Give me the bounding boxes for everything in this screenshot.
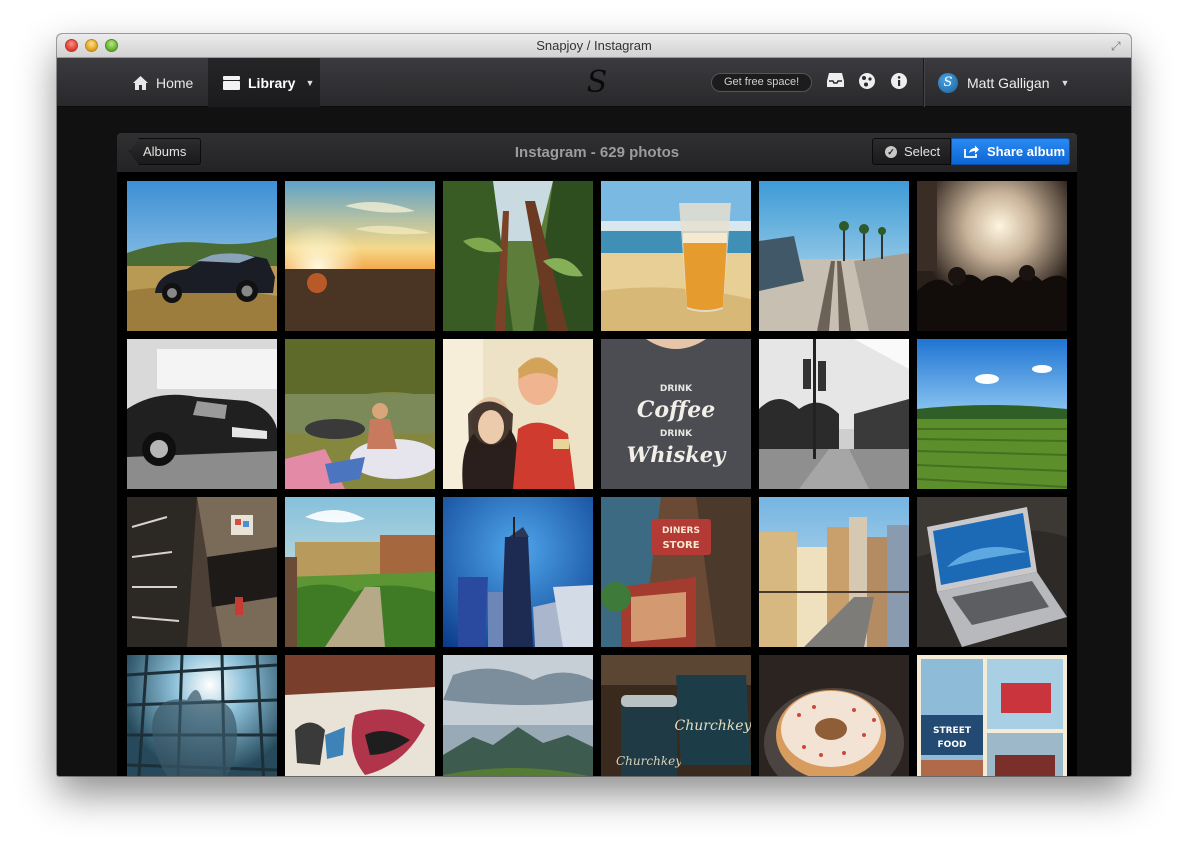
photo-street-lamps[interactable] [759,339,909,489]
photo-mountain-landscape[interactable] [443,655,593,776]
svg-text:DRINK: DRINK [660,429,693,439]
photo-tower-construction[interactable] [443,497,593,647]
share-album-label: Share album [987,144,1066,159]
photo-railway-pier[interactable] [759,181,909,331]
svg-text:STREET: STREET [933,726,972,736]
nav-home-label: Home [156,74,194,91]
title-bar: Snapjoy / Instagram ⤢ [57,34,1131,58]
photo-grid: DRINK Coffee DRINK Whiskey DINERS STORE … [127,181,1067,776]
nav-home[interactable]: Home [120,58,208,107]
photo-green-crop-field[interactable] [917,339,1067,489]
photo-car-in-field[interactable] [127,181,277,331]
inbox-icon[interactable] [826,73,844,91]
nav-library[interactable]: Library ▼ [208,58,320,107]
user-name: Matt Galligan [967,74,1050,91]
album-header: Albums Instagram - 629 photos ✓ Select S… [117,133,1077,173]
avatar: S [938,72,958,93]
svg-text:Churchkey: Churchkey [675,718,751,734]
svg-text:FOOD: FOOD [938,740,967,750]
svg-text:STORE: STORE [662,540,699,551]
photo-graffiti-wall[interactable] [285,655,435,776]
select-label: Select [904,144,941,159]
photo-river-rafting[interactable] [285,339,435,489]
svg-text:Churchkey: Churchkey [616,754,682,768]
select-button[interactable]: ✓ Select [872,138,951,165]
photo-city-skyline[interactable] [759,497,909,647]
nav-divider [923,58,924,107]
checkmark-icon: ✓ [885,145,897,158]
photo-fire-escape-alley[interactable] [127,497,277,647]
photo-apple-logo-glass[interactable] [127,655,277,776]
share-icon [964,145,979,158]
svg-text:DINERS: DINERS [662,526,700,536]
chevron-down-icon: ▼ [1060,77,1070,88]
svg-text:Coffee: Coffee [637,397,715,423]
window-title: Snapjoy / Instagram [536,38,652,53]
nav-library-label: Library [248,74,296,91]
photo-macbook-laptop[interactable] [917,497,1067,647]
svg-text:DRINK: DRINK [660,384,693,394]
user-menu[interactable]: S Matt Galligan ▼ [938,58,1069,107]
app-window: Snapjoy / Instagram ⤢ Home Library ▼ S G… [57,34,1131,776]
chevron-down-icon: ▼ [305,77,315,88]
photo-churchkey-cans[interactable]: Churchkey Churchkey [601,655,751,776]
snapjoy-logo[interactable]: S [583,68,611,98]
photo-sunset-field[interactable] [285,181,435,331]
photo-redwood-trees[interactable] [443,181,593,331]
photo-streetfood-collage[interactable]: STREET FOOD [917,655,1067,776]
svg-text:Whiskey: Whiskey [627,442,728,467]
photo-car-black-white[interactable] [127,339,277,489]
home-icon [133,75,148,90]
share-album-button[interactable]: Share album [951,138,1070,165]
library-icon [223,75,240,90]
album-panel: Albums Instagram - 629 photos ✓ Select S… [117,133,1077,776]
albums-back-button[interactable]: Albums [129,138,201,165]
fullscreen-icon[interactable]: ⤢ [1111,39,1125,53]
photo-concert-crowd[interactable] [917,181,1067,331]
globe-icon[interactable] [858,73,876,91]
photo-high-line-park[interactable] [285,497,435,647]
photo-beer-on-beach[interactable] [601,181,751,331]
info-icon[interactable] [890,73,908,91]
photo-couple-portrait[interactable] [443,339,593,489]
photo-drink-coffee-shirt[interactable]: DRINK Coffee DRINK Whiskey [601,339,751,489]
photo-store-sign-street[interactable]: DINERS STORE [601,497,751,647]
top-nav: Home Library ▼ S Get free space! S Matt … [57,58,1131,107]
photo-frosted-donut[interactable] [759,655,909,776]
get-free-space-button[interactable]: Get free space! [711,73,813,92]
